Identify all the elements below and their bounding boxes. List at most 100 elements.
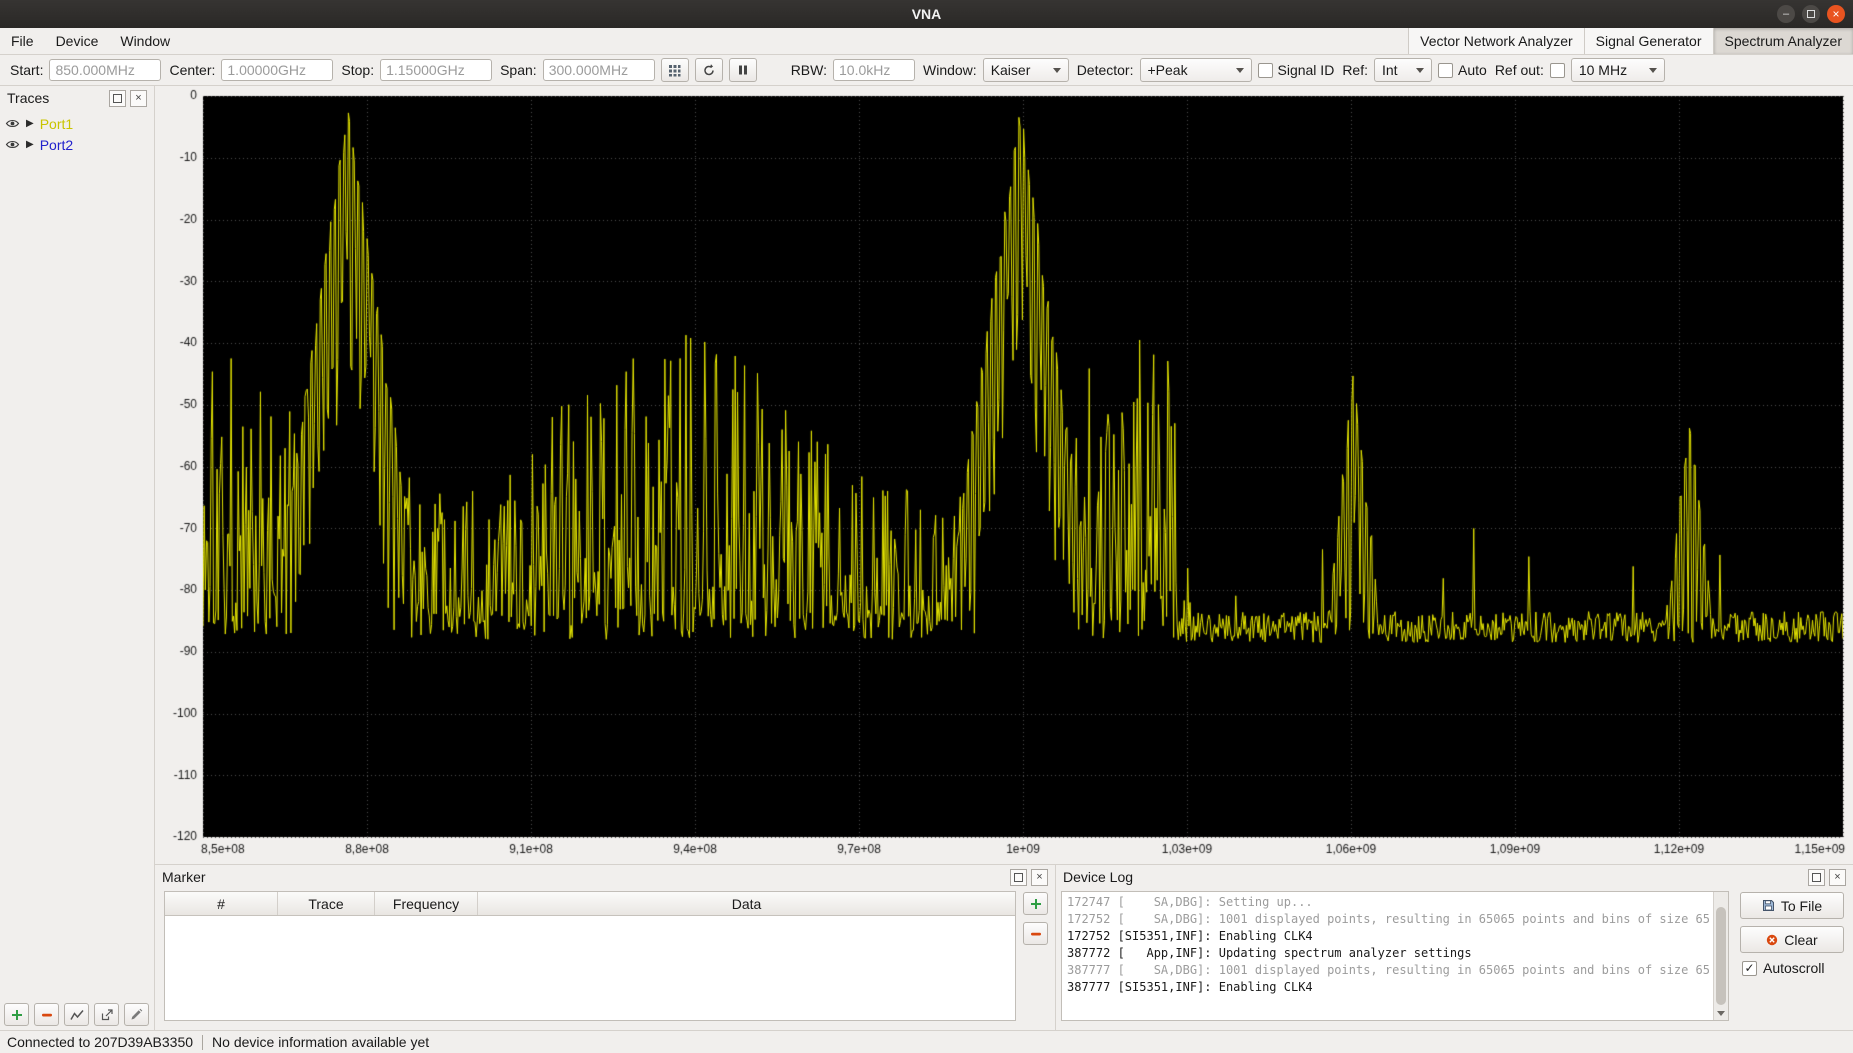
close-icon: × <box>1834 870 1841 883</box>
signal-id-label: Signal ID <box>1277 62 1335 78</box>
scroll-down-button[interactable] <box>1714 1006 1728 1020</box>
ref-out-label: Ref out: <box>1494 62 1544 78</box>
to-file-button[interactable]: To File <box>1740 892 1844 919</box>
edit-trace-button[interactable] <box>124 1003 149 1026</box>
trace-math-button[interactable] <box>64 1003 89 1026</box>
close-dock-button[interactable]: × <box>1031 868 1048 886</box>
marker-column-data: Data <box>731 895 762 912</box>
center-label: Center: <box>169 62 216 78</box>
plus-icon <box>11 1009 22 1020</box>
expand-icon[interactable]: ▶ <box>26 139 34 150</box>
float-dock-button[interactable] <box>1808 868 1825 886</box>
close-dock-button[interactable]: × <box>130 89 147 107</box>
device-log-body: 172747 [ SA,DBG]: Setting up... 172752 [ … <box>1056 889 1853 1030</box>
auto-checkbox[interactable]: Auto <box>1438 62 1487 78</box>
save-file-icon <box>1762 900 1774 911</box>
menu-window[interactable]: Window <box>109 28 181 54</box>
log-list-container: 172747 [ SA,DBG]: Setting up... 172752 [ … <box>1061 891 1729 1021</box>
ref-out-checkbox[interactable] <box>1549 62 1565 78</box>
trace-item-port1[interactable]: ▶ Port1 <box>5 113 149 134</box>
add-marker-button[interactable] <box>1023 892 1048 915</box>
close-dock-button[interactable]: × <box>1829 868 1846 886</box>
expand-icon[interactable]: ▶ <box>26 118 34 129</box>
tab-spectrum-analyzer[interactable]: Spectrum Analyzer <box>1712 28 1853 54</box>
window-label: Window: <box>923 62 977 78</box>
chevron-down-icon <box>1648 67 1657 73</box>
export-trace-button[interactable] <box>94 1003 119 1026</box>
float-icon <box>1812 872 1821 882</box>
log-scrollbar[interactable] <box>1713 892 1728 1020</box>
visibility-toggle[interactable] <box>5 137 20 153</box>
traces-dock-header: Traces × <box>0 86 154 110</box>
log-entry: 387772 [ App,INF]: Updating spectrum ana… <box>1067 946 1472 960</box>
start-input[interactable] <box>49 59 162 81</box>
traces-dock: Traces × ▶ Port1 ▶ Port2 <box>0 86 155 1030</box>
chevron-down-icon <box>1235 67 1244 73</box>
close-button[interactable]: × <box>1827 5 1845 23</box>
clear-log-button[interactable]: Clear <box>1740 926 1844 953</box>
ref-select[interactable]: Int <box>1374 58 1432 82</box>
log-entry: 172752 [SI5351,INF]: Enabling CLK4 <box>1067 929 1313 943</box>
minimize-button[interactable]: – <box>1777 5 1795 23</box>
signal-id-checkbox[interactable]: Signal ID <box>1257 62 1335 78</box>
tab-vector-network-analyzer[interactable]: Vector Network Analyzer <box>1408 28 1584 54</box>
trace-label: Port2 <box>39 136 74 153</box>
menu-bar: File Device Window Vector Network Analyzer… <box>0 28 1853 55</box>
visibility-toggle[interactable] <box>5 116 20 132</box>
sweep-toolbar: Start: Center: Stop: Span: RBW: Window: … <box>0 55 1853 86</box>
ref-out-select[interactable]: 10 MHz <box>1570 58 1665 82</box>
mode-tabs: Vector Network Analyzer Signal Generator S… <box>1408 28 1853 54</box>
eye-icon <box>5 119 20 127</box>
pause-icon <box>738 65 747 75</box>
trace-item-port2[interactable]: ▶ Port2 <box>5 134 149 155</box>
keypad-icon <box>669 64 681 76</box>
remove-trace-button[interactable] <box>34 1003 59 1026</box>
setup-button[interactable] <box>660 58 689 82</box>
menu-device[interactable]: Device <box>45 28 110 54</box>
circular-arrow-icon <box>703 64 714 76</box>
connection-status: Connected to 207D39AB3350 <box>7 1034 194 1050</box>
run-single-button[interactable] <box>694 58 723 82</box>
center-input[interactable] <box>221 59 334 81</box>
log-buttons: To File Clear ✓ Autoscroll <box>1740 891 1844 1021</box>
log-list[interactable]: 172747 [ SA,DBG]: Setting up... 172752 [ … <box>1062 892 1713 1020</box>
titlebar: VNA – × <box>0 0 1853 28</box>
pause-button[interactable] <box>728 58 757 82</box>
close-icon: × <box>135 91 142 104</box>
float-dock-button[interactable] <box>1010 868 1027 886</box>
app-window: VNA – × File Device Window Vector Network … <box>0 0 1853 1053</box>
float-icon <box>1014 872 1023 882</box>
marker-table: # Trace Frequency Data <box>164 891 1016 1021</box>
add-trace-button[interactable] <box>4 1003 29 1026</box>
menu-file[interactable]: File <box>0 28 45 54</box>
chevron-down-icon <box>1416 67 1424 73</box>
bottom-docks: Marker × # Trace Frequency Data Device L… <box>155 864 1853 1030</box>
window-controls: – × <box>1777 5 1853 23</box>
rbw-input[interactable] <box>833 59 915 81</box>
spectrum-plot[interactable] <box>155 86 1853 864</box>
float-dock-button[interactable] <box>109 89 126 107</box>
stop-input[interactable] <box>380 59 493 81</box>
checkbox-icon <box>1438 62 1453 78</box>
log-entry: 172747 [ SA,DBG]: Setting up... <box>1067 895 1313 909</box>
window-select[interactable]: Kaiser <box>982 58 1069 82</box>
remove-marker-button[interactable] <box>1023 922 1048 945</box>
pencil-icon <box>131 1008 143 1020</box>
arrow-down-icon <box>1717 1010 1725 1016</box>
span-input[interactable] <box>542 59 655 81</box>
close-icon: × <box>1036 870 1043 883</box>
graph-icon <box>69 1009 84 1020</box>
detector-select[interactable]: +Peak <box>1139 58 1252 82</box>
detector-select-value: +Peak <box>1147 62 1188 78</box>
status-separator <box>202 1034 204 1050</box>
device-info-status: No device information available yet <box>212 1034 430 1050</box>
plus-icon <box>1030 898 1041 909</box>
trace-label: Port1 <box>39 115 74 132</box>
autoscroll-checkbox[interactable]: ✓ Autoscroll <box>1740 960 1844 976</box>
tab-signal-generator[interactable]: Signal Generator <box>1583 28 1713 54</box>
scrollbar-thumb[interactable] <box>1716 907 1726 1005</box>
log-entry: 387777 [ SA,DBG]: 1001 displayed points,… <box>1067 963 1710 977</box>
checkbox-icon <box>1257 62 1273 78</box>
traces-dock-title: Traces <box>7 90 50 106</box>
maximize-button[interactable] <box>1802 5 1820 23</box>
